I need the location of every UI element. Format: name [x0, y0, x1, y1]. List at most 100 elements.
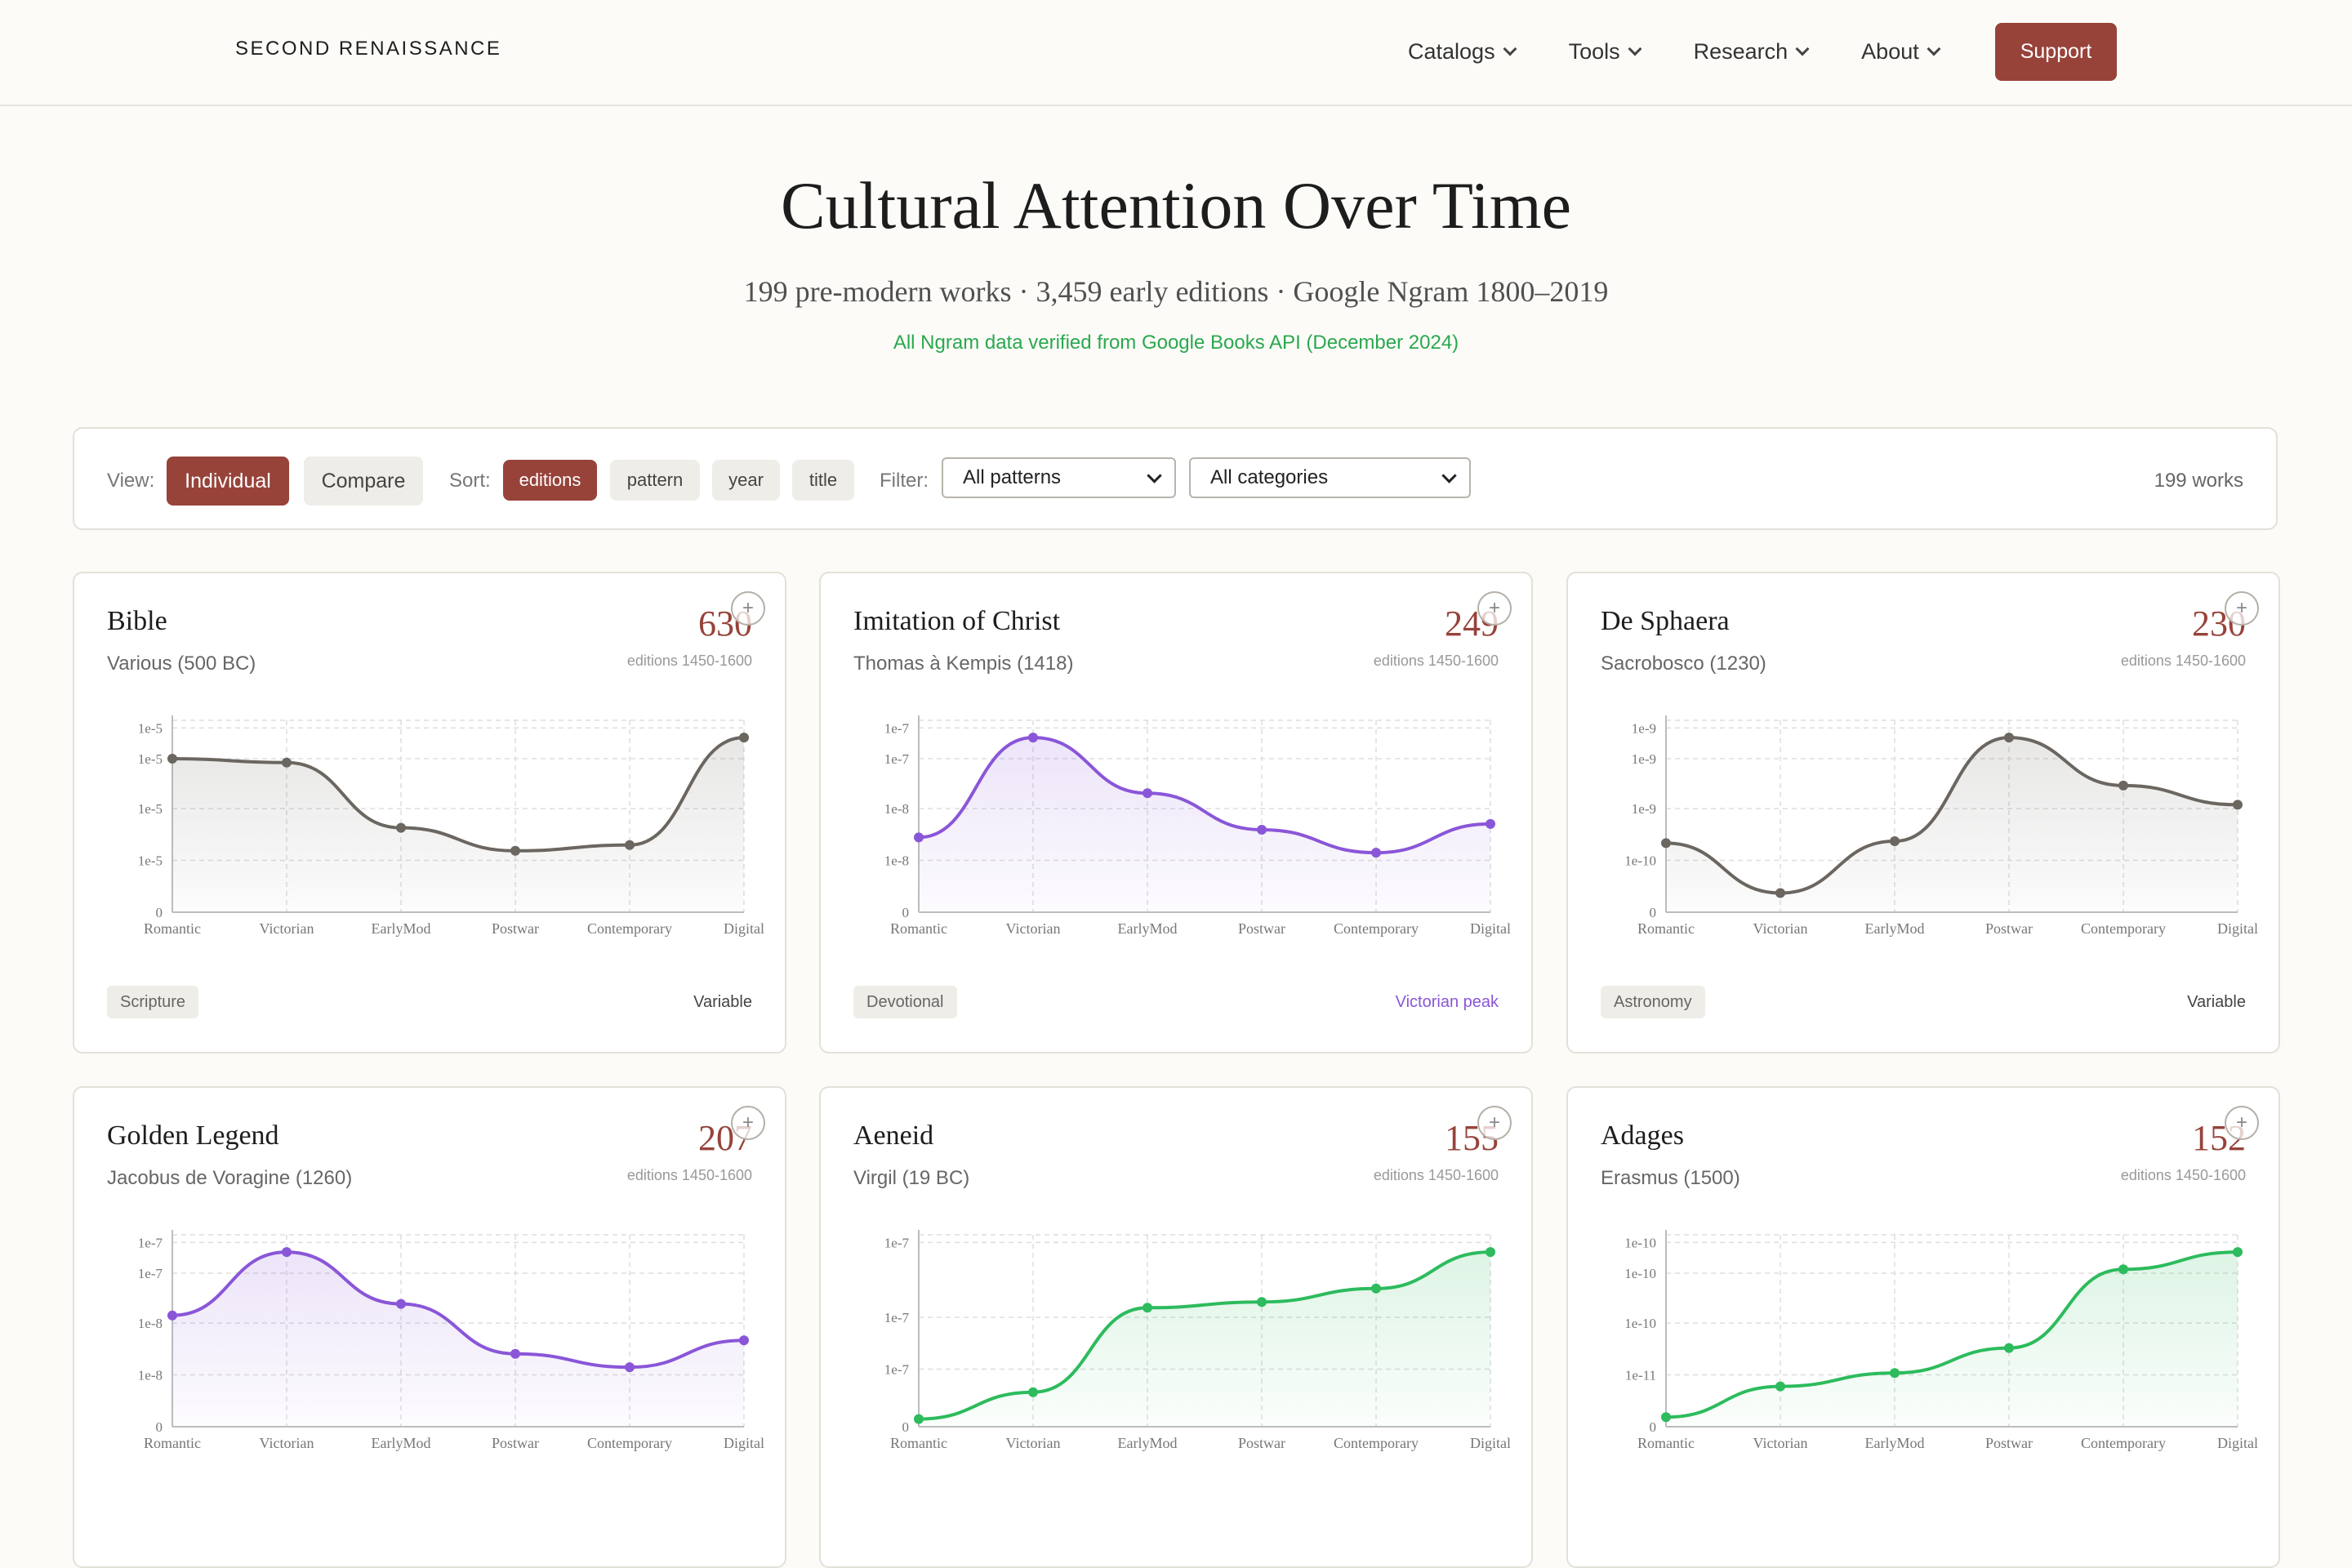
x-tick-label: Digital — [724, 1435, 764, 1451]
work-card[interactable]: Golden Legend Jacobus de Voragine (1260) 2… — [73, 1086, 786, 1568]
data-point — [1890, 836, 1900, 847]
x-tick-label: Postwar — [1985, 920, 2033, 937]
data-point — [1775, 888, 1785, 898]
x-tick-label: Contemporary — [2081, 1435, 2166, 1451]
pattern-filter-select[interactable]: All patterns — [942, 457, 1176, 498]
y-tick-label: 0 — [902, 1419, 910, 1435]
data-point — [510, 1348, 520, 1359]
y-tick-label: 1e-10 — [1624, 1266, 1656, 1281]
view-compare-button[interactable]: Compare — [304, 457, 423, 506]
x-tick-label: Romantic — [144, 920, 201, 937]
y-tick-label: 0 — [902, 905, 910, 920]
sort-editions-button[interactable]: editions — [503, 460, 597, 501]
y-tick-label: 1e-10 — [1624, 853, 1656, 869]
y-tick-label: 1e-10 — [1624, 1316, 1656, 1331]
work-card[interactable]: De Sphaera Sacrobosco (1230) 230 editions 1… — [1566, 572, 2280, 1054]
work-card[interactable]: Aeneid Virgil (19 BC) 155 editions 1450-160… — [819, 1086, 1533, 1568]
support-button[interactable]: Support — [1995, 23, 2117, 81]
x-tick-label: Postwar — [1238, 920, 1285, 937]
data-point — [1775, 1381, 1785, 1392]
x-tick-label: Victorian — [1006, 1435, 1061, 1451]
filter-label: Filter: — [880, 470, 929, 492]
y-tick-label: 1e-9 — [1632, 751, 1656, 767]
add-compare-button[interactable]: + — [731, 591, 765, 626]
x-tick-label: Digital — [2217, 920, 2258, 937]
data-point — [167, 1310, 177, 1321]
series-area — [172, 737, 744, 912]
data-point — [282, 757, 292, 768]
add-compare-button[interactable]: + — [2225, 591, 2259, 626]
work-card[interactable]: Adages Erasmus (1500) 152 editions 1450-160… — [1566, 1086, 2280, 1568]
nav-links: Catalogs Tools Research About — [1408, 38, 1993, 65]
x-tick-label: Digital — [1470, 1435, 1511, 1451]
work-card[interactable]: Imitation of Christ Thomas à Kempis (1418… — [819, 572, 1533, 1054]
chevron-down-icon — [1147, 468, 1162, 483]
card-title[interactable]: Aeneid — [853, 1120, 933, 1152]
data-point — [1486, 818, 1495, 829]
card-edition-label: editions 1450-1600 — [626, 653, 752, 669]
card-title[interactable]: Adages — [1601, 1120, 1684, 1152]
x-tick-label: Victorian — [1753, 920, 1808, 937]
card-title[interactable]: De Sphaera — [1601, 606, 1730, 637]
chevron-down-icon — [1441, 468, 1457, 483]
sort-title-button[interactable]: title — [792, 460, 854, 501]
pattern-label: Victorian peak — [1395, 993, 1499, 1011]
x-tick-label: Romantic — [1637, 1435, 1695, 1451]
x-tick-label: EarlyMod — [1118, 920, 1178, 937]
plus-icon: + — [1488, 1111, 1500, 1134]
y-tick-label: 0 — [156, 1419, 163, 1435]
x-tick-label: EarlyMod — [372, 1435, 431, 1451]
data-point — [2233, 800, 2243, 810]
x-tick-label: Victorian — [260, 920, 314, 937]
add-compare-button[interactable]: + — [1477, 591, 1512, 626]
nav-catalogs[interactable]: Catalogs — [1408, 38, 1517, 65]
x-tick-label: Digital — [2217, 1435, 2258, 1451]
sort-pattern-button[interactable]: pattern — [610, 460, 700, 501]
x-tick-label: Postwar — [1985, 1435, 2033, 1451]
data-point — [739, 733, 749, 743]
sort-year-button[interactable]: year — [712, 460, 780, 501]
view-individual-button[interactable]: Individual — [167, 457, 289, 506]
x-tick-label: EarlyMod — [372, 920, 431, 937]
plus-icon: + — [1488, 597, 1500, 619]
nav-tools[interactable]: Tools — [1569, 38, 1642, 65]
chevron-down-icon — [1628, 42, 1642, 56]
data-point — [1661, 1412, 1671, 1423]
x-tick-label: Victorian — [1006, 920, 1061, 937]
works-count: 199 works — [2154, 470, 2243, 492]
series-area — [172, 1252, 744, 1427]
data-point — [2118, 780, 2128, 791]
add-compare-button[interactable]: + — [731, 1106, 765, 1140]
data-point — [1257, 1297, 1267, 1307]
card-title[interactable]: Golden Legend — [107, 1120, 279, 1152]
pattern-label: Variable — [693, 993, 752, 1011]
verified-note: All Ngram data verified from Google Book… — [893, 332, 1459, 354]
data-point — [282, 1247, 292, 1258]
x-tick-label: Contemporary — [2081, 920, 2166, 937]
y-tick-label: 1e-5 — [138, 751, 163, 767]
x-tick-label: EarlyMod — [1118, 1435, 1178, 1451]
card-title[interactable]: Bible — [107, 606, 167, 637]
data-point — [1028, 733, 1038, 743]
page-title: Cultural Attention Over Time — [780, 168, 1572, 243]
category-filter-select[interactable]: All categories — [1189, 457, 1471, 498]
data-point — [1371, 1283, 1381, 1294]
category-filter-value: All categories — [1210, 466, 1329, 488]
y-tick-label: 0 — [156, 905, 163, 920]
plus-icon: + — [2235, 1111, 2247, 1134]
data-point — [1661, 838, 1671, 849]
data-point — [1486, 1247, 1495, 1258]
data-point — [1028, 1387, 1038, 1397]
nav-about[interactable]: About — [1861, 38, 1941, 65]
card-edition-label: editions 1450-1600 — [2120, 1167, 2246, 1183]
work-card[interactable]: Bible Various (500 BC) 630 editions 1450-16… — [73, 572, 786, 1054]
add-compare-button[interactable]: + — [1477, 1106, 1512, 1140]
data-point — [1143, 788, 1152, 799]
add-compare-button[interactable]: + — [2225, 1106, 2259, 1140]
card-title[interactable]: Imitation of Christ — [853, 606, 1060, 637]
data-point — [1143, 1303, 1152, 1313]
brand-logo[interactable]: SECOND RENAISSANCE — [235, 38, 501, 60]
y-tick-label: 1e-5 — [138, 720, 163, 736]
data-point — [2233, 1247, 2243, 1258]
nav-research[interactable]: Research — [1694, 38, 1810, 65]
